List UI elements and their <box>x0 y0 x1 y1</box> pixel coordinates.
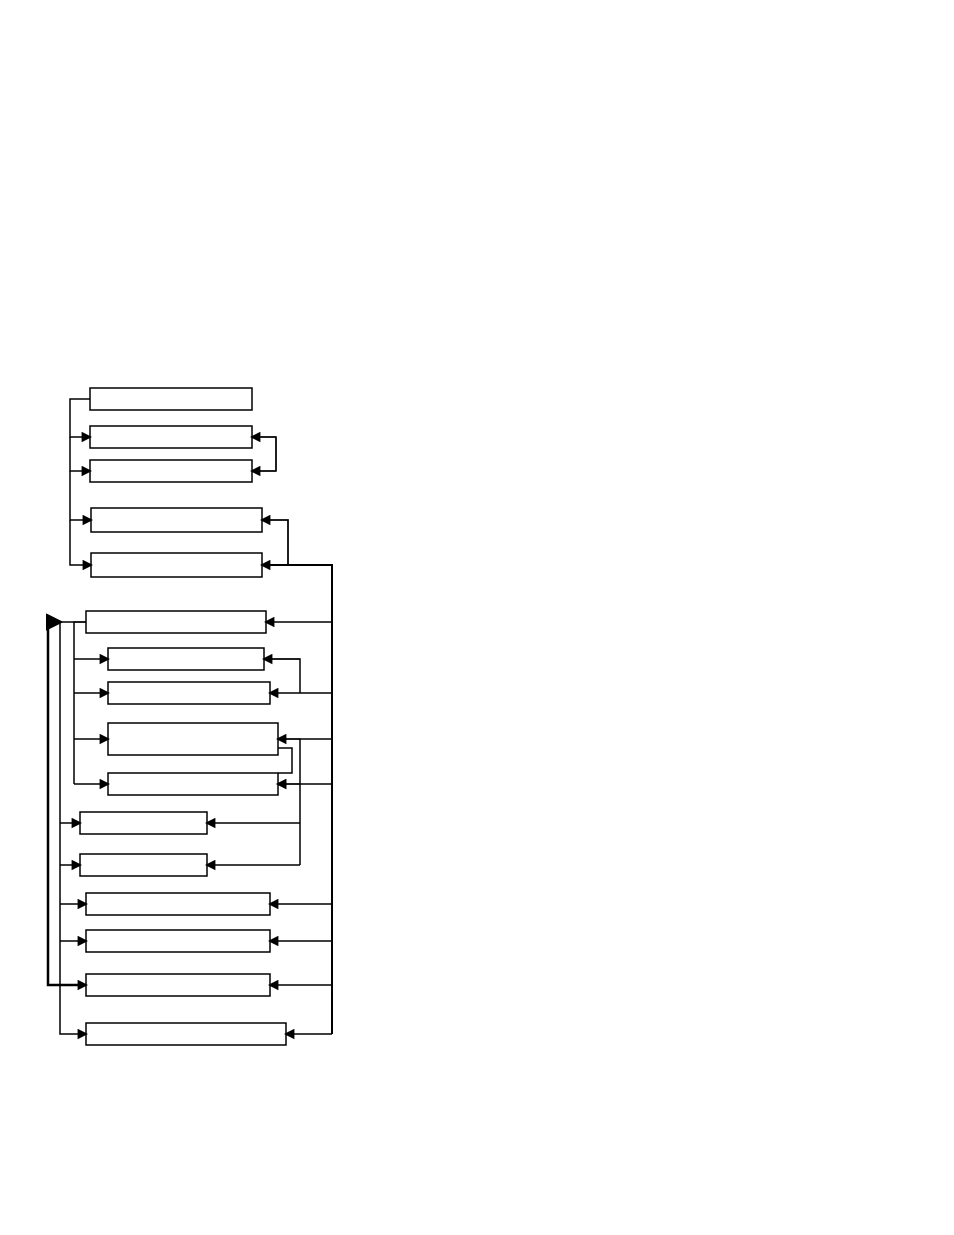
node-b10 <box>108 773 278 795</box>
node-b7 <box>108 648 264 670</box>
node-b2 <box>90 426 252 448</box>
node-b11 <box>80 812 207 834</box>
nodes <box>80 388 286 1045</box>
node-b1 <box>90 388 252 410</box>
node-b6 <box>86 611 266 633</box>
node-b5 <box>91 553 262 577</box>
node-b12 <box>80 854 207 876</box>
node-b13 <box>86 893 270 915</box>
node-b8 <box>108 682 270 704</box>
flowchart-diagram <box>0 0 954 1235</box>
node-b14 <box>86 930 270 952</box>
node-b3 <box>90 460 252 482</box>
node-b15 <box>86 974 270 996</box>
node-b4 <box>91 508 262 532</box>
node-b9 <box>108 723 278 755</box>
node-b16 <box>86 1023 286 1045</box>
